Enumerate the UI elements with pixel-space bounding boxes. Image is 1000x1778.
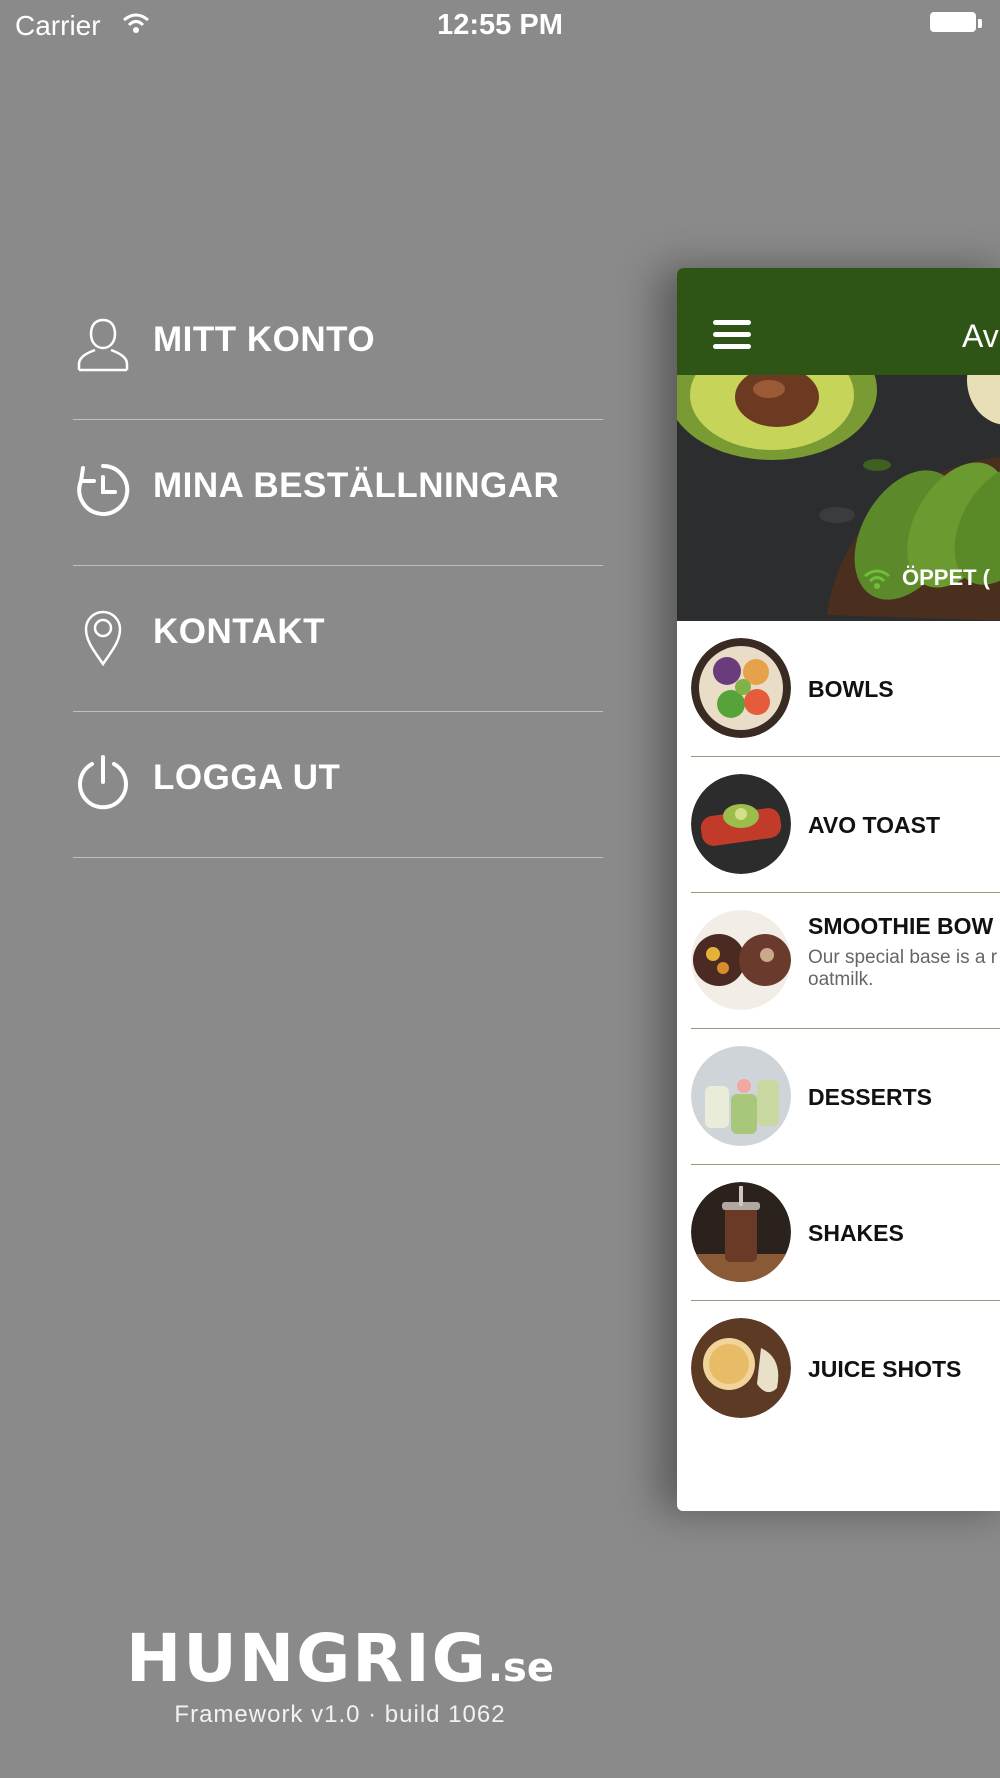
nav-title: Av [962,318,999,354]
list-item[interactable]: DESSERTS [691,1029,1000,1165]
menu-item-my-orders[interactable]: MINA BESTÄLLNINGAR [73,420,603,566]
menu-item-label: KONTAKT [153,612,325,651]
menu-item-contact[interactable]: KONTAKT [73,566,603,712]
category-name: SMOOTHIE BOW [808,913,994,939]
menu-item-log-out[interactable]: LOGGA UT [73,712,603,858]
category-description: Our special base is a r oatmilk. [808,947,998,990]
juice-shots-thumbnail [691,1318,791,1418]
category-name: JUICE SHOTS [808,1356,962,1382]
desserts-thumbnail [691,1046,791,1146]
build-info: Framework v1.0 · build 1062 [174,1701,506,1728]
list-item[interactable]: SHAKES [691,1165,1000,1301]
brand-logo-text: HUNGRIG [126,1620,488,1697]
open-status-text: ÖPPET ( [902,565,991,590]
category-name: SHAKES [808,1220,904,1246]
wifi-signal-icon [864,569,890,590]
list-item[interactable]: AVO TOAST [691,757,1000,893]
battery-icon [930,12,982,36]
user-icon [77,318,129,372]
location-pin-icon [84,610,122,666]
menu-item-label: LOGGA UT [153,758,341,797]
menu-item-label: MITT KONTO [153,320,376,359]
category-name: AVO TOAST [808,812,941,838]
brand-logo: HUNGRIG.se [0,1620,680,1697]
status-bar: Carrier 12:55 PM [0,0,1000,50]
category-name: BOWLS [808,676,894,702]
nav-bar: Av [677,268,1000,375]
category-name: DESSERTS [808,1084,932,1110]
list-item[interactable]: BOWLS [691,621,1000,757]
brand-footer: HUNGRIG.se Framework v1.0 · build 1062 [0,1620,680,1729]
status-time: 12:55 PM [437,9,563,41]
hamburger-menu-icon[interactable] [713,320,751,350]
power-icon [78,755,128,810]
open-status: ÖPPET ( [862,565,990,591]
hero-image: ÖPPET ( [677,375,1000,621]
category-list: BOWLS AVO TOAST SMOOTHIE BOW Our special… [677,621,1000,1436]
brand-logo-tld: .se [487,1645,554,1691]
bowls-thumbnail [691,638,791,738]
history-icon [77,463,130,516]
list-item[interactable]: SMOOTHIE BOW Our special base is a r oatm… [691,893,1000,1029]
main-content-panel[interactable]: Av ÖPPET (BOWLS AVO TOAST SMOOTHIE BOW … [677,268,1000,1511]
shakes-thumbnail [691,1182,791,1282]
menu-item-my-account[interactable]: MITT KONTO [73,274,603,420]
avo-toast-thumbnail [691,774,791,874]
side-menu: MITT KONTO MINA BESTÄLLNINGAR KONTAKT LO… [73,274,603,858]
menu-item-label: MINA BESTÄLLNINGAR [153,466,560,505]
smoothie-bowl-thumbnail [691,910,791,1010]
list-item[interactable]: JUICE SHOTS [691,1301,1000,1436]
